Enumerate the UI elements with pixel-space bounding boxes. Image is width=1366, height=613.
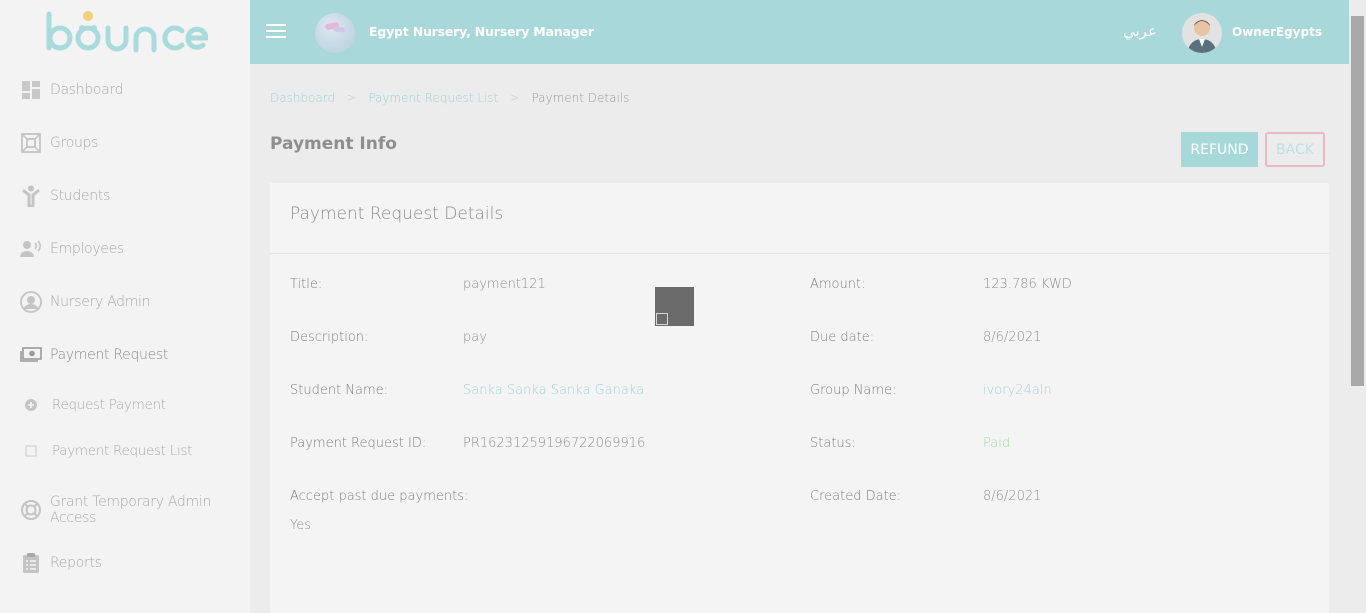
title-label: Title:: [290, 277, 323, 292]
square-icon: [24, 444, 38, 458]
amount-label: Amount:: [810, 277, 866, 292]
dashboard-icon: [20, 79, 42, 101]
breadcrumb-separator-icon: >: [510, 91, 520, 104]
lifebuoy-icon: [20, 499, 42, 521]
created-date-label: Created Date:: [810, 489, 902, 504]
groups-icon: [20, 132, 42, 154]
sidebar-item-label: Grant Temporary Admin Access: [50, 494, 212, 526]
group-name-link[interactable]: ivory24aln: [983, 383, 1052, 398]
sidebar-item-payment-request-list[interactable]: Payment Request List: [20, 438, 192, 464]
sidebar-item-label: Nursery Admin: [50, 294, 151, 310]
card-title: Payment Request Details: [290, 204, 504, 224]
back-button[interactable]: BACK: [1265, 132, 1325, 167]
breadcrumb: Dashboard > Payment Request List > Payme…: [270, 91, 629, 105]
top-header: Egypt Nursery, Nursery Manager عربي Owne…: [250, 0, 1349, 64]
status-badge: Paid: [983, 436, 1011, 451]
sidebar-item-label: Students: [50, 188, 111, 204]
payment-request-id-value: PR16231259196722069916: [463, 436, 646, 451]
student-name-link[interactable]: Sanka Sanka Sanka Ganaka: [463, 383, 644, 398]
sidebar-item-label: Payment Request List: [52, 443, 193, 459]
description-value: pay: [463, 330, 487, 345]
user-circle-icon: [20, 291, 42, 313]
clipboard-icon: [20, 552, 42, 574]
status-label: Status:: [810, 436, 856, 451]
description-label: Description:: [290, 330, 369, 345]
page-scrollbar-thumb[interactable]: [1351, 16, 1364, 386]
user-avatar[interactable]: [1182, 13, 1222, 53]
sidebar-item-label: Payment Request: [50, 347, 169, 363]
menu-toggle-icon[interactable]: [266, 24, 286, 40]
payment-request-id-label: Payment Request ID:: [290, 436, 427, 451]
sidebar-item-groups[interactable]: Groups: [20, 130, 98, 156]
student-icon: [20, 185, 42, 207]
breadcrumb-current: Payment Details: [531, 91, 630, 105]
plus-circle-icon: [24, 398, 38, 412]
sidebar-item-label: Dashboard: [50, 82, 124, 98]
sidebar-item-request-payment[interactable]: Request Payment: [20, 392, 166, 418]
breadcrumb-payment-request-list[interactable]: Payment Request List: [368, 91, 498, 105]
breadcrumb-separator-icon: >: [347, 91, 357, 104]
amount-value: 123.786 KWD: [983, 277, 1072, 292]
created-date-value: 8/6/2021: [983, 489, 1042, 504]
sidebar-item-label: Request Payment: [52, 397, 166, 413]
breadcrumb-dashboard[interactable]: Dashboard: [270, 91, 335, 105]
due-date-value: 8/6/2021: [983, 330, 1042, 345]
sidebar: bounce Dashboard Groups Students Employe…: [0, 0, 250, 613]
accept-past-due-label: Accept past due payments:: [290, 489, 469, 504]
nursery-title: Egypt Nursery, Nursery Manager: [369, 24, 594, 39]
user-name[interactable]: OwnerEgypts: [1232, 25, 1322, 39]
employees-icon: [20, 238, 42, 260]
payment-details-card: Payment Request Details: [270, 183, 1329, 613]
sidebar-item-employees[interactable]: Employees: [20, 236, 124, 262]
sidebar-item-dashboard[interactable]: Dashboard: [20, 77, 124, 103]
student-name-label: Student Name:: [290, 383, 389, 398]
sidebar-item-grant-temporary-admin-access[interactable]: Grant Temporary Admin Access: [20, 494, 250, 526]
due-date-label: Due date:: [810, 330, 875, 345]
sidebar-item-students[interactable]: Students: [20, 183, 110, 209]
nursery-avatar: [315, 13, 355, 53]
sidebar-item-label: Employees: [50, 241, 124, 257]
language-toggle[interactable]: عربي: [1123, 22, 1157, 40]
title-value: payment121: [463, 277, 546, 292]
sidebar-item-nursery-admin[interactable]: Nursery Admin: [20, 289, 151, 315]
loading-spinner-inner: [656, 313, 668, 325]
sidebar-item-label: Groups: [50, 135, 99, 151]
refund-button[interactable]: REFUND: [1181, 132, 1258, 167]
sidebar-item-reports[interactable]: Reports: [20, 550, 102, 576]
sidebar-item-label: Reports: [50, 555, 102, 571]
page-title: Payment Info: [270, 134, 397, 154]
money-icon: [20, 344, 42, 366]
bounce-logo[interactable]: bounce: [44, 10, 209, 56]
card-divider: [270, 253, 1329, 254]
logo-graphic: [46, 11, 209, 53]
accept-past-due-value: Yes: [290, 518, 311, 533]
sidebar-item-payment-request[interactable]: Payment Request: [20, 342, 168, 368]
group-name-label: Group Name:: [810, 383, 897, 398]
